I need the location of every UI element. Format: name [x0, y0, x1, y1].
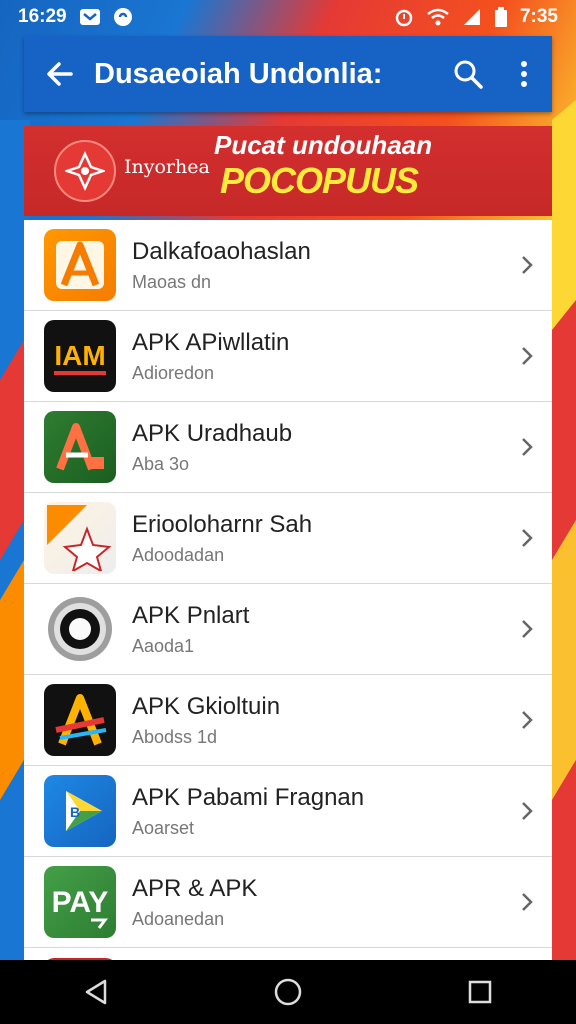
- app-name: APK Uradhaub: [132, 419, 293, 447]
- notification-icon: [79, 8, 101, 26]
- signal-icon: [462, 8, 482, 26]
- svg-text:PAY: PAY: [52, 886, 109, 919]
- app-meta: Aoarset: [132, 817, 195, 838]
- search-icon: [454, 60, 483, 89]
- app-name: Dalkafoaohaslan: [132, 237, 311, 265]
- letter-a-orange-icon: [44, 229, 116, 301]
- triangle-back-icon: [85, 979, 107, 1005]
- back-button[interactable]: [24, 36, 94, 112]
- list-item[interactable]: PAY APR & APK Adoanedan: [24, 857, 552, 948]
- app-name: APK APiwllatin: [132, 328, 290, 356]
- app-bar: Dusaeoiah Undonlia:: [24, 36, 552, 112]
- banner-headline-top: Pucat undouhaan: [214, 130, 433, 160]
- nav-back-button[interactable]: [56, 960, 136, 1024]
- search-button[interactable]: [440, 36, 496, 112]
- chevron-right-icon: [502, 436, 552, 458]
- chevron-right-icon: [502, 254, 552, 276]
- app-name: APK Pabami Fragnan: [132, 783, 365, 811]
- app-name: Eriooloharnr Sah: [132, 510, 313, 538]
- app-meta: Aba 3o: [132, 453, 190, 474]
- list-item-partial[interactable]: [24, 948, 552, 960]
- list-item[interactable]: Dalkafoaohaslan Maoas dn: [24, 220, 552, 311]
- app-name: APK Pnlart: [132, 601, 250, 629]
- svg-text:B: B: [70, 804, 80, 820]
- app-name: APR & APK: [132, 874, 258, 902]
- list-item[interactable]: APK Pnlart Aaoda1: [24, 584, 552, 675]
- banner-logo: [54, 140, 116, 202]
- list-item[interactable]: APK Uradhaub Aba 3o: [24, 402, 552, 493]
- circle-home-icon: [274, 978, 302, 1006]
- status-time-left: 16:29: [18, 6, 67, 27]
- app-meta: Adoanedan: [132, 908, 225, 929]
- page-title: Dusaeoiah Undonlia:: [94, 57, 383, 90]
- play-arrow-blue-icon: B: [44, 775, 116, 847]
- chevron-right-icon: [502, 618, 552, 640]
- pay-green-icon: PAY: [44, 866, 116, 938]
- ring-icon: [44, 593, 116, 665]
- more-options-button[interactable]: [496, 36, 552, 112]
- chevron-right-icon: [502, 709, 552, 731]
- app-meta: Adoodadan: [132, 544, 225, 565]
- star-logo-icon: [65, 151, 105, 191]
- status-time-right: 7:35: [519, 6, 558, 27]
- nav-recents-button[interactable]: [440, 960, 520, 1024]
- chevron-right-icon: [502, 800, 552, 822]
- list-item[interactable]: APK Gkioltuin Abodss 1d: [24, 675, 552, 766]
- banner-brand: Inyorhea: [124, 156, 210, 178]
- arrow-left-icon: [47, 62, 73, 86]
- alarm-icon: [394, 7, 414, 27]
- app-list: Dalkafoaohaslan Maoas dn IAM APK APiwlla…: [24, 220, 552, 960]
- status-bar: 16:29 7:35: [0, 0, 576, 34]
- chevron-right-icon: [502, 345, 552, 367]
- more-vert-icon: [521, 61, 527, 87]
- list-item[interactable]: Eriooloharnr Sah Adoodadan: [24, 493, 552, 584]
- list-item[interactable]: IAM APK APiwllatin Adioredon: [24, 311, 552, 402]
- letter-a-green-icon: [44, 411, 116, 483]
- battery-icon: [494, 7, 508, 27]
- chevron-right-icon: [502, 891, 552, 913]
- letter-a-dark-icon: [44, 684, 116, 756]
- iam-black-icon: IAM: [44, 320, 116, 392]
- chevron-right-icon: [502, 527, 552, 549]
- app-meta: Aaoda1: [132, 635, 195, 656]
- star-orange-icon: [44, 502, 116, 574]
- promo-banner[interactable]: Inyorhea Pucat undouhaan POCOPUUS: [24, 126, 552, 216]
- nav-home-button[interactable]: [248, 960, 328, 1024]
- wifi-icon: [426, 8, 450, 26]
- square-recents-icon: [468, 980, 492, 1004]
- banner-headline-main: POCOPUUS: [220, 160, 419, 201]
- app-meta: Adioredon: [132, 362, 215, 383]
- app-name: APK Gkioltuin: [132, 692, 281, 720]
- app-meta: Maoas dn: [132, 271, 212, 292]
- navigation-bar: [0, 960, 576, 1024]
- circle-notification-icon: [113, 7, 133, 27]
- list-item[interactable]: B APK Pabami Fragnan Aoarset: [24, 766, 552, 857]
- svg-text:IAM: IAM: [54, 340, 105, 371]
- app-meta: Abodss 1d: [132, 726, 218, 747]
